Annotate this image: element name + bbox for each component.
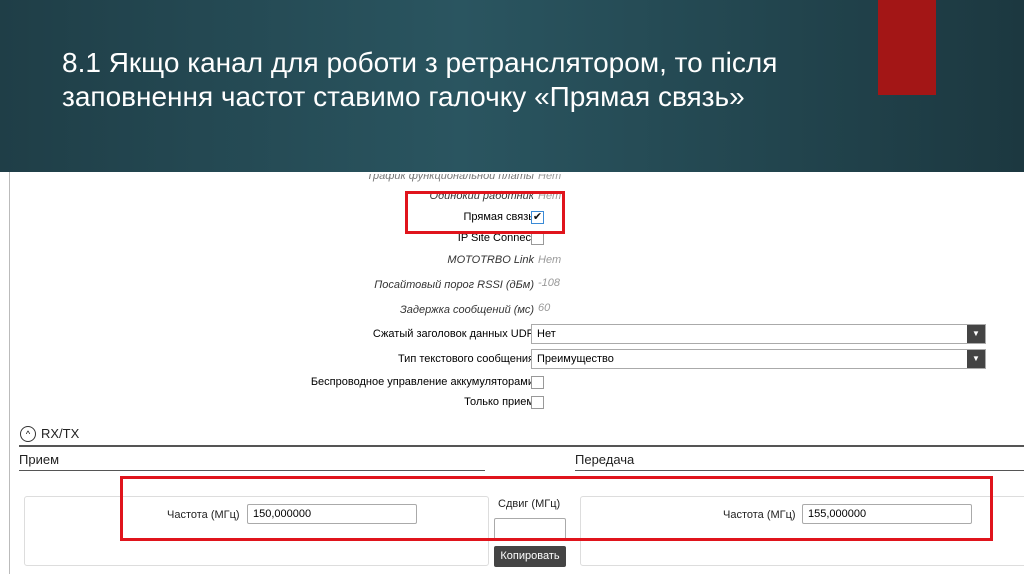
highlight-frequencies [120,476,993,541]
udp-header-select[interactable]: Нет ▼ [531,324,986,344]
highlight-direct-mode [405,191,565,234]
label-battery: Беспроводное управление аккумуляторами [310,376,534,388]
battery-checkbox[interactable] [531,376,544,389]
chevron-down-icon: ▼ [967,350,985,368]
udp-header-value: Нет [537,328,556,340]
label-text-type: Тип текстового сообщения [397,353,534,365]
label-rx-only: Только прием [464,396,534,408]
slide-title: 8.1 Якщо канал для роботи з ретранслятор… [62,47,778,112]
value-delay: 60 [538,302,551,314]
divider [575,470,1024,471]
label-rssi: Посайтовый порог RSSI (дБм) [374,279,534,291]
window-border [9,172,10,574]
chevron-down-icon: ▼ [967,325,985,343]
rx-only-checkbox[interactable] [531,396,544,409]
accent-block [878,0,936,95]
divider [19,470,485,471]
divider [19,445,1024,447]
text-message-type-select[interactable]: Преимущество ▼ [531,349,986,369]
tx-heading: Передача [575,452,635,467]
rx-heading: Прием [19,452,60,467]
rxtx-section-title: RX/TX [41,426,80,441]
value-rssi: -108 [538,277,561,289]
label-mototrbo-link: MOTOTRBO Link [447,254,534,266]
collapse-icon[interactable]: ^ [20,426,36,442]
text-message-type-value: Преимущество [537,353,614,365]
value-mototrbo-link: Нет [538,254,562,266]
label-delay: Задержка сообщений (мс) [400,304,534,316]
label-udp: Сжатый заголовок данных UDP [372,328,534,340]
copy-button[interactable]: Копировать [494,546,566,567]
